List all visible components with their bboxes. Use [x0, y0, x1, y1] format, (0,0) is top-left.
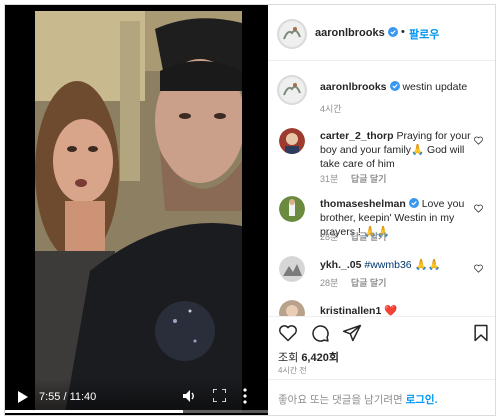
- heart-icon[interactable]: [474, 264, 483, 273]
- video-player[interactable]: 7:55 / 11:40: [5, 5, 268, 415]
- comment-text: ykh._.05 #wwmb36 🙏🙏: [320, 258, 485, 272]
- reply-button[interactable]: 답글 달기: [351, 278, 387, 288]
- heart-icon[interactable]: [474, 204, 483, 213]
- view-count-value: 6,420회: [301, 352, 339, 364]
- verified-icon: [389, 81, 400, 91]
- instagram-post-window: 7:55 / 11:40 aaronlbrooks • 팔로우 aaronlbr…: [4, 4, 496, 416]
- comment-time[interactable]: 31분: [320, 174, 338, 184]
- bookmark-icon[interactable]: [471, 323, 491, 343]
- reply-button[interactable]: 답글 달기: [351, 174, 387, 184]
- avatar[interactable]: [279, 77, 305, 103]
- comment-time[interactable]: 28분: [320, 232, 338, 242]
- comment-text: carter_2_thorp Praying for your boy and …: [320, 129, 485, 171]
- reply-button[interactable]: 답글 달기: [351, 232, 387, 242]
- verified-icon: [408, 198, 419, 208]
- comment-time[interactable]: 28분: [320, 278, 338, 288]
- volume-icon[interactable]: [182, 389, 196, 403]
- follow-button[interactable]: 팔로우: [409, 26, 439, 42]
- video-progress-fill: [5, 410, 184, 413]
- comment-meta: 28분 답글 달기: [320, 276, 396, 289]
- comment-meta: 31분 답글 달기: [320, 172, 396, 185]
- action-bar: [268, 317, 495, 347]
- avatar[interactable]: [279, 128, 305, 154]
- video-frame[interactable]: [35, 11, 242, 413]
- comment-username[interactable]: ykh._.05: [320, 259, 361, 271]
- comment-meta: 28분 답글 달기: [320, 230, 396, 243]
- verified-icon: [387, 27, 398, 37]
- heart-icon[interactable]: [474, 136, 483, 145]
- post-author-username-text[interactable]: aaronlbrooks: [315, 27, 385, 39]
- caption-meta: 4시간: [320, 102, 352, 115]
- login-prompt: 좋아요 또는 댓글을 남기려면 로그인.: [278, 392, 438, 407]
- avatar[interactable]: [279, 300, 305, 316]
- view-count[interactable]: 조회 6,420회: [278, 349, 339, 365]
- comment-body: ❤️: [384, 305, 398, 316]
- comment-item: kristinallen1 ❤️: [268, 296, 495, 316]
- comment-body: #wwmb36 🙏🙏: [364, 259, 441, 271]
- separator-dot: •: [401, 26, 405, 38]
- video-time: 7:55 / 11:40: [39, 391, 97, 403]
- comment-username[interactable]: carter_2_thorp: [320, 130, 394, 142]
- comment-username[interactable]: thomaseshelman: [320, 198, 406, 210]
- comments-list[interactable]: aaronlbrooks westin update 4시간 carter_2_…: [268, 62, 495, 316]
- video-controls: 7:55 / 11:40: [5, 379, 268, 415]
- avatar[interactable]: [279, 256, 305, 282]
- play-icon[interactable]: [18, 391, 28, 403]
- post-header: aaronlbrooks • 팔로우: [268, 5, 495, 61]
- comment-text: kristinallen1 ❤️: [320, 304, 485, 316]
- more-options-icon[interactable]: [243, 388, 247, 404]
- login-prompt-text: 좋아요 또는 댓글을 남기려면: [278, 394, 403, 406]
- post-time-ago[interactable]: 4시간 전: [278, 365, 307, 376]
- caption-time[interactable]: 4시간: [320, 104, 342, 114]
- comment-username[interactable]: kristinallen1: [320, 305, 381, 316]
- share-icon[interactable]: [342, 323, 362, 343]
- post-author-username[interactable]: aaronlbrooks: [315, 27, 398, 39]
- caption-username[interactable]: aaronlbrooks: [320, 81, 387, 93]
- add-comment-section: 좋아요 또는 댓글을 남기려면 로그인.: [268, 379, 495, 415]
- view-count-label: 조회: [278, 352, 299, 364]
- caption-item: aaronlbrooks westin update 4시간: [268, 70, 495, 120]
- caption-body: westin update: [402, 81, 468, 93]
- caption-text: aaronlbrooks westin update: [320, 80, 485, 94]
- heart-icon[interactable]: [278, 323, 298, 343]
- avatar[interactable]: [279, 196, 305, 222]
- comment-item: ykh._.05 #wwmb36 🙏🙏 28분 답글 달기: [268, 250, 495, 290]
- comment-icon[interactable]: [310, 323, 330, 343]
- comment-item: thomaseshelman Love you brother, keepin'…: [268, 190, 495, 246]
- post-side-panel: aaronlbrooks • 팔로우 aaronlbrooks westin u…: [268, 5, 495, 415]
- video-progress-bar[interactable]: [5, 410, 268, 413]
- comment-item: carter_2_thorp Praying for your boy and …: [268, 122, 495, 184]
- fullscreen-icon[interactable]: [213, 389, 226, 402]
- avatar[interactable]: [279, 21, 305, 47]
- login-link[interactable]: 로그인.: [406, 394, 438, 406]
